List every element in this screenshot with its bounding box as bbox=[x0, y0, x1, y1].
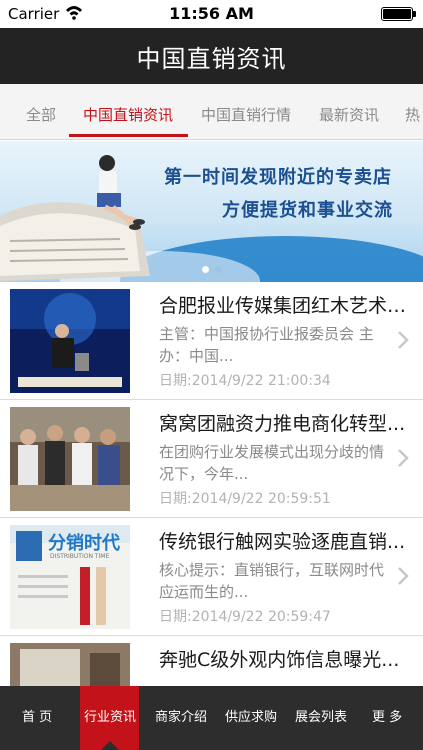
chevron-right-icon bbox=[398, 331, 409, 349]
news-thumbnail: 分销时代 DISTRIBUTION TIME bbox=[10, 525, 130, 629]
clock: 11:56 AM bbox=[169, 4, 254, 23]
bottom-tab-more[interactable]: 更 多 bbox=[372, 706, 402, 725]
bottom-tab-industry-news[interactable]: 行业资讯 bbox=[84, 706, 136, 725]
banner-subheadline: 方便提货和事业交流 bbox=[222, 200, 393, 221]
news-summary: 主管：中国报协行业报委员会 主办：中国... bbox=[159, 325, 374, 365]
news-item[interactable]: 窝窝团融资力推电商化转型... 在团购行业发展模式出现分歧的情况下，今年... … bbox=[0, 400, 423, 518]
news-title: 合肥报业传媒集团红木艺术品... bbox=[159, 295, 409, 317]
promo-banner[interactable]: 第一时间发现附近的专卖店 方便提货和事业交流 bbox=[0, 141, 423, 282]
page-title: 中国直销资讯 bbox=[136, 45, 287, 73]
banner-dot[interactable] bbox=[214, 266, 222, 273]
bottom-tab-bar: 首 页 行业资讯 商家介绍 供应求购 展会列表 更 多 bbox=[0, 686, 423, 750]
news-date: 日期:2014/9/22 21:00:34 bbox=[159, 373, 331, 389]
tab-latest-news[interactable]: 最新资讯 bbox=[319, 104, 379, 125]
bottom-tab-exhibitions[interactable]: 展会列表 bbox=[295, 706, 347, 725]
thumbnail-magazine-subtitle: DISTRIBUTION TIME bbox=[50, 553, 110, 560]
news-thumbnail bbox=[10, 289, 130, 393]
news-list: 合肥报业传媒集团红木艺术品... 主管：中国报协行业报委员会 主办：中国... … bbox=[0, 282, 423, 686]
bottom-tab-supply-demand[interactable]: 供应求购 bbox=[225, 706, 277, 725]
tab-all[interactable]: 全部 bbox=[26, 104, 56, 125]
nav-bar: 中国直销资讯 bbox=[0, 28, 423, 84]
news-item[interactable]: 合肥报业传媒集团红木艺术品... 主管：中国报协行业报委员会 主办：中国... … bbox=[0, 282, 423, 400]
tab-china-directsale-market[interactable]: 中国直销行情 bbox=[201, 104, 291, 125]
battery-icon bbox=[381, 7, 416, 21]
category-tabs: 全部 中国直销资讯 中国直销行情 最新资讯 热 bbox=[0, 84, 423, 140]
news-summary: 在团购行业发展模式出现分歧的情况下，今年... bbox=[159, 443, 384, 483]
bottom-tab-home[interactable]: 首 页 bbox=[22, 706, 52, 725]
news-title: 传统银行触网实验逐鹿直销... bbox=[159, 531, 406, 553]
active-tab-indicator bbox=[69, 134, 188, 137]
news-thumbnail bbox=[10, 407, 130, 511]
banner-dot[interactable] bbox=[201, 266, 209, 273]
student-figure-graphic bbox=[97, 155, 145, 230]
banner-headline: 第一时间发现附近的专卖店 bbox=[164, 167, 392, 188]
news-item[interactable]: 分销时代 DISTRIBUTION TIME 传统银行触网实验逐鹿直销... 核… bbox=[0, 518, 423, 636]
tab-hot[interactable]: 热 bbox=[405, 104, 420, 125]
news-title: 奔驰C级外观内饰信息曝光... bbox=[159, 649, 400, 671]
bottom-tab-merchants[interactable]: 商家介绍 bbox=[155, 706, 207, 725]
news-title: 窝窝团融资力推电商化转型... bbox=[159, 413, 406, 435]
news-thumbnail bbox=[10, 643, 130, 686]
banner-page-indicator bbox=[0, 258, 423, 277]
chevron-right-icon bbox=[398, 449, 409, 467]
tab-china-directsale-news[interactable]: 中国直销资讯 bbox=[83, 104, 173, 125]
chevron-right-icon bbox=[398, 567, 409, 585]
news-summary: 核心提示：直销银行，互联网时代应运而生的... bbox=[159, 561, 384, 601]
news-item[interactable]: 奔驰C级外观内饰信息曝光... bbox=[0, 636, 423, 686]
news-date: 日期:2014/9/22 20:59:51 bbox=[159, 491, 331, 507]
thumbnail-magazine-title: 分销时代 bbox=[48, 533, 120, 554]
news-date: 日期:2014/9/22 20:59:47 bbox=[159, 609, 331, 625]
status-bar: Carrier 11:56 AM bbox=[0, 0, 423, 28]
